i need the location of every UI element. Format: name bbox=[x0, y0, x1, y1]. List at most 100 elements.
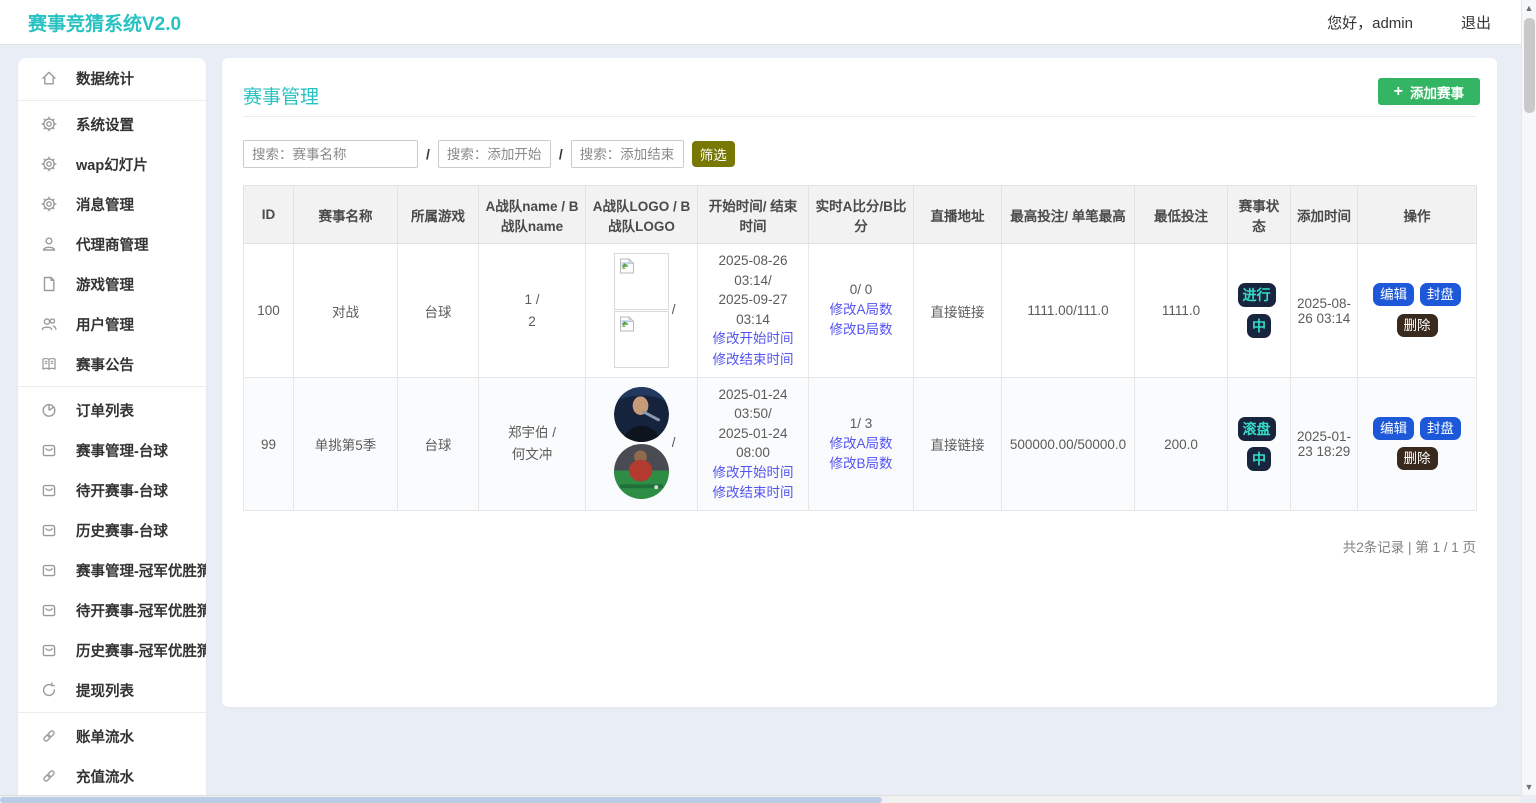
team-a-avatar bbox=[614, 387, 669, 442]
logo-separator: / bbox=[672, 302, 676, 317]
horizontal-scrollbar[interactable] bbox=[0, 795, 1521, 803]
page-title: 赛事管理 bbox=[243, 82, 319, 109]
edit-score-a-link[interactable]: 修改A局数 bbox=[814, 434, 908, 454]
delete-button[interactable]: 删除 bbox=[1397, 314, 1438, 337]
col-max-bet: 最高投注/ 单笔最高 bbox=[1002, 186, 1135, 244]
seal-button[interactable]: 封盘 bbox=[1420, 283, 1461, 306]
sidebar-item-label: 数据统计 bbox=[76, 68, 134, 89]
col-id: ID bbox=[244, 186, 294, 244]
gear-icon bbox=[40, 155, 58, 173]
sidebar-item-label: 赛事公告 bbox=[76, 354, 134, 375]
col-match-name: 赛事名称 bbox=[294, 186, 398, 244]
sidebar-item-game-management[interactable]: 游戏管理 bbox=[18, 264, 206, 304]
sidebar-item-message-management[interactable]: 消息管理 bbox=[18, 184, 206, 224]
search-start-time-input[interactable] bbox=[438, 140, 551, 168]
col-added: 添加时间 bbox=[1291, 186, 1358, 244]
cell-added-time: 2025-01-23 18:29 bbox=[1291, 378, 1358, 511]
col-live: 直播地址 bbox=[914, 186, 1002, 244]
sidebar-item-agent-management[interactable]: 代理商管理 bbox=[18, 224, 206, 264]
team-a-logo-broken-image bbox=[614, 253, 669, 310]
sidebar-item-wap-slides[interactable]: wap幻灯片 bbox=[18, 144, 206, 184]
plus-icon: + bbox=[1394, 84, 1403, 100]
sidebar-item-label: 账单流水 bbox=[76, 726, 134, 747]
match-table: ID 赛事名称 所属游戏 A战队name / B 战队name A战队LOGO … bbox=[243, 185, 1477, 511]
seal-button[interactable]: 封盘 bbox=[1420, 417, 1461, 440]
cell-max-bet: 500000.00/50000.0 bbox=[1002, 378, 1135, 511]
cell-status: 滚盘中 bbox=[1228, 378, 1291, 511]
divider bbox=[18, 712, 206, 713]
horizontal-scrollbar-thumb[interactable] bbox=[0, 797, 882, 803]
sidebar: 数据统计 系统设置 wap幻灯片 消息管理 代理商管理 游戏管理 用户管理 赛事… bbox=[18, 58, 206, 795]
edit-start-time-link[interactable]: 修改开始时间 bbox=[703, 329, 803, 349]
score-value: 1/ 3 bbox=[814, 414, 908, 434]
sidebar-item-upcoming-billiards[interactable]: 待开赛事-台球 bbox=[18, 470, 206, 510]
edit-end-time-link[interactable]: 修改结束时间 bbox=[703, 350, 803, 370]
sidebar-item-label: 待开赛事-冠军优胜猜 bbox=[76, 600, 206, 621]
add-match-button[interactable]: + 添加赛事 bbox=[1378, 78, 1480, 105]
edit-end-time-link[interactable]: 修改结束时间 bbox=[703, 483, 803, 503]
search-end-time-input[interactable] bbox=[571, 140, 684, 168]
logo-separator: / bbox=[672, 435, 676, 450]
filter-button[interactable]: 筛选 bbox=[692, 141, 735, 167]
sidebar-item-label: 消息管理 bbox=[76, 194, 134, 215]
cell-status: 进行中 bbox=[1228, 244, 1291, 378]
edit-score-b-link[interactable]: 修改B局数 bbox=[814, 454, 908, 474]
start-time: 2025-08-26 03:14/ bbox=[703, 251, 803, 290]
bag-icon bbox=[40, 441, 58, 459]
bag-icon bbox=[40, 641, 58, 659]
sidebar-item-match-mgmt-billiards[interactable]: 赛事管理-台球 bbox=[18, 430, 206, 470]
separator: / bbox=[426, 146, 430, 162]
sidebar-item-label: 待开赛事-台球 bbox=[76, 480, 168, 501]
user-icon bbox=[40, 235, 58, 253]
divider bbox=[243, 116, 1476, 117]
edit-button[interactable]: 编辑 bbox=[1373, 283, 1414, 306]
bag-icon bbox=[40, 481, 58, 499]
status-badge: 滚盘中 bbox=[1238, 417, 1276, 471]
filter-row: / / 筛选 bbox=[243, 140, 735, 168]
edit-score-b-link[interactable]: 修改B局数 bbox=[814, 320, 908, 340]
sidebar-item-label: 游戏管理 bbox=[76, 274, 134, 295]
cell-id: 100 bbox=[244, 244, 294, 378]
sidebar-item-bill-flow[interactable]: 账单流水 bbox=[18, 716, 206, 756]
col-status: 赛事状态 bbox=[1228, 186, 1291, 244]
sidebar-item-recharge-flow[interactable]: 充值流水 bbox=[18, 756, 206, 795]
delete-button[interactable]: 删除 bbox=[1397, 447, 1438, 470]
cell-id: 99 bbox=[244, 378, 294, 511]
col-team-logos: A战队LOGO / B战队LOGO bbox=[586, 186, 698, 244]
logout-link[interactable]: 退出 bbox=[1461, 12, 1491, 33]
cell-added-time: 2025-08-26 03:14 bbox=[1291, 244, 1358, 378]
cell-times: 2025-01-24 03:50/ 2025-01-24 08:00 修改开始时… bbox=[698, 378, 809, 511]
sidebar-item-history-champion[interactable]: 历史赛事-冠军优胜猜 bbox=[18, 630, 206, 670]
team-b-logo-broken-image bbox=[614, 311, 669, 368]
sidebar-item-withdrawal-list[interactable]: 提现列表 bbox=[18, 670, 206, 710]
divider bbox=[18, 100, 206, 101]
vertical-scrollbar[interactable]: ▲ ▼ bbox=[1521, 0, 1536, 795]
sidebar-item-data-stats[interactable]: 数据统计 bbox=[18, 58, 206, 98]
top-bar: 赛事竞猜系统V2.0 您好，admin 退出 bbox=[0, 0, 1521, 45]
scroll-up-arrow-icon[interactable]: ▲ bbox=[1522, 3, 1536, 13]
sidebar-item-match-announcement[interactable]: 赛事公告 bbox=[18, 344, 206, 384]
sidebar-item-upcoming-champion[interactable]: 待开赛事-冠军优胜猜 bbox=[18, 590, 206, 630]
sidebar-item-label: 提现列表 bbox=[76, 680, 134, 701]
sidebar-item-history-billiards[interactable]: 历史赛事-台球 bbox=[18, 510, 206, 550]
vertical-scrollbar-thumb[interactable] bbox=[1524, 18, 1535, 113]
scroll-down-arrow-icon[interactable]: ▼ bbox=[1522, 782, 1536, 792]
sidebar-item-user-management[interactable]: 用户管理 bbox=[18, 304, 206, 344]
cell-match-name: 对战 bbox=[294, 244, 398, 378]
link-icon bbox=[40, 727, 58, 745]
gear-icon bbox=[40, 195, 58, 213]
cell-actions: 编辑 封盘 删除 bbox=[1358, 244, 1477, 378]
table-row: 100 对战 台球 1 / 2 / 2 bbox=[244, 244, 1477, 378]
sidebar-item-order-list[interactable]: 订单列表 bbox=[18, 390, 206, 430]
team-a-name: 郑宇伯 / bbox=[484, 422, 580, 444]
col-min-bet: 最低投注 bbox=[1135, 186, 1228, 244]
sidebar-item-match-mgmt-champion[interactable]: 赛事管理-冠军优胜猜 bbox=[18, 550, 206, 590]
search-match-name-input[interactable] bbox=[243, 140, 418, 168]
end-time: 2025-01-24 08:00 bbox=[703, 424, 803, 463]
sidebar-item-label: 赛事管理-冠军优胜猜 bbox=[76, 560, 206, 581]
edit-start-time-link[interactable]: 修改开始时间 bbox=[703, 463, 803, 483]
edit-score-a-link[interactable]: 修改A局数 bbox=[814, 300, 908, 320]
edit-button[interactable]: 编辑 bbox=[1373, 417, 1414, 440]
sidebar-item-system-settings[interactable]: 系统设置 bbox=[18, 104, 206, 144]
start-time: 2025-01-24 03:50/ bbox=[703, 385, 803, 424]
